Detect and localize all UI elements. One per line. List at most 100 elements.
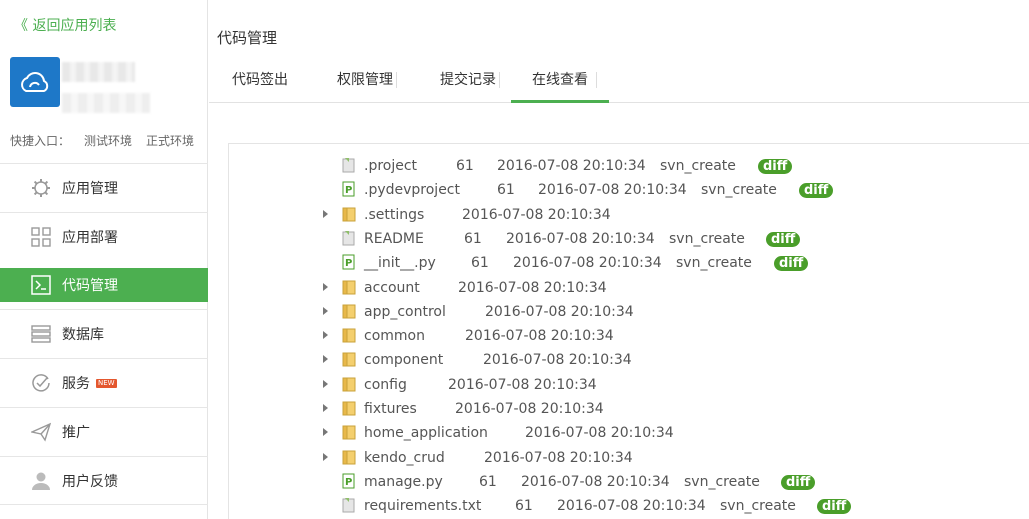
file-name[interactable]: kendo_crud: [364, 450, 445, 466]
file-author: svn_create: [701, 182, 777, 199]
file-author: svn_create: [660, 158, 736, 174]
file-row[interactable]: requirements.txt 61 2016-07-08 20:10:34 svn…: [229, 495, 1029, 519]
file-name[interactable]: fixtures: [364, 401, 417, 417]
gear-icon: [30, 177, 52, 199]
file-name[interactable]: account: [364, 280, 420, 296]
file-date: 2016-07-08 20:10:34: [525, 425, 674, 442]
quick-link-test-env[interactable]: 测试环境: [84, 132, 132, 149]
file-name[interactable]: home_application: [364, 425, 488, 441]
sidebar-item-promote[interactable]: 推广: [0, 407, 208, 456]
sidebar-item-label: 应用部署: [62, 230, 118, 246]
sidebar-item-feedback[interactable]: 用户反馈: [0, 456, 208, 505]
user-icon: [30, 470, 52, 492]
file-row[interactable]: P __init__.py 61 2016-07-08 20:10:34 svn_cre…: [229, 252, 1029, 276]
expand-arrow-icon[interactable]: [323, 404, 328, 412]
python-file-icon: P: [342, 254, 356, 270]
file-name[interactable]: requirements.txt: [364, 498, 481, 514]
file-date: 2016-07-08 20:10:34: [497, 158, 646, 174]
tab-online-view[interactable]: 在线查看: [511, 62, 609, 103]
expand-arrow-icon[interactable]: [323, 209, 328, 218]
folder-icon: [342, 351, 356, 367]
file-date: 2016-07-08 20:10:34: [485, 303, 634, 320]
file-name[interactable]: app_control: [364, 304, 446, 320]
file-name[interactable]: __init__.py: [364, 255, 436, 271]
quick-entry-label: 快捷入口：: [10, 134, 71, 148]
file-icon: [342, 230, 356, 246]
file-name[interactable]: .pydevproject: [364, 182, 460, 198]
file-revision: 61: [479, 473, 497, 490]
sidebar-item-app-manage[interactable]: 应用管理: [0, 163, 208, 212]
svg-text:P: P: [345, 258, 352, 269]
python-file-icon: P: [342, 473, 356, 489]
expand-arrow-icon[interactable]: [323, 379, 328, 388]
folder-row[interactable]: component 2016-07-08 20:10:34: [229, 349, 1029, 373]
file-author: svn_create: [669, 230, 745, 247]
app-logo: [10, 57, 60, 107]
file-revision: 61: [497, 182, 515, 199]
file-name[interactable]: common: [364, 328, 425, 344]
tab-divider: [499, 72, 500, 88]
expand-arrow-icon[interactable]: [323, 452, 328, 461]
file-date: 2016-07-08 20:10:34: [521, 473, 670, 490]
app-code-blurred: [62, 93, 150, 113]
file-icon: [342, 497, 356, 513]
diff-button[interactable]: diff: [758, 159, 793, 174]
file-row[interactable]: Pmanage.py 61 2016-07-08 20:10:34 svn_creat…: [229, 471, 1029, 495]
expand-arrow-icon[interactable]: [323, 428, 328, 437]
folder-icon: [342, 327, 356, 343]
folder-row[interactable]: common 2016-07-08 20:10:34: [229, 325, 1029, 349]
expand-arrow-icon[interactable]: [323, 306, 328, 315]
tab-permission[interactable]: 权限管理: [325, 62, 405, 103]
folder-icon: [342, 376, 356, 392]
file-row[interactable]: P .pydevproject 61 2016-07-08 20:10:34 svn_c…: [229, 179, 1029, 203]
file-name[interactable]: component: [364, 352, 443, 368]
sidebar-item-label: 用户反馈: [62, 473, 118, 490]
file-name[interactable]: .settings: [364, 207, 424, 223]
folder-icon: [342, 206, 356, 222]
file-name[interactable]: config: [364, 377, 407, 393]
folder-row[interactable]: kendo_crud 2016-07-08 20:10:34: [229, 447, 1029, 471]
python-file-icon: P: [342, 181, 356, 197]
folder-row[interactable]: app_control 2016-07-08 20:10:34: [229, 301, 1029, 325]
sidebar: 《 返回应用列表 快捷入口： 测试环境 正式环境 应用管理 应用部署 代码管理 …: [0, 0, 208, 519]
back-to-app-list-link[interactable]: 《 返回应用列表: [14, 15, 116, 35]
quick-link-prod-env[interactable]: 正式环境: [146, 132, 194, 149]
file-date: 2016-07-08 20:10:34: [484, 449, 633, 466]
diff-button[interactable]: diff: [817, 499, 852, 515]
paper-plane-icon: [30, 421, 52, 443]
sidebar-item-label: 推广: [62, 425, 90, 441]
expand-arrow-icon[interactable]: [323, 282, 328, 291]
folder-row[interactable]: .settings 2016-07-08 20:10:34: [229, 204, 1029, 228]
file-author: svn_create: [684, 473, 760, 490]
diff-button[interactable]: diff: [799, 183, 834, 199]
tab-code-checkout[interactable]: 代码签出: [227, 62, 293, 103]
file-date: 2016-07-08 20:10:34: [506, 230, 655, 247]
svg-text:P: P: [345, 185, 352, 196]
file-name[interactable]: .project: [364, 158, 417, 174]
diff-button[interactable]: diff: [781, 474, 816, 490]
sidebar-item-database[interactable]: 数据库: [0, 309, 208, 358]
file-tree: .project 61 2016-07-08 20:10:34 svn_create d…: [228, 143, 1029, 519]
folder-row[interactable]: account 2016-07-08 20:10:34: [229, 277, 1029, 301]
sidebar-item-code-manage[interactable]: 代码管理: [0, 268, 208, 302]
file-row[interactable]: .project 61 2016-07-08 20:10:34 svn_create d…: [229, 155, 1029, 179]
expand-arrow-icon[interactable]: [323, 331, 328, 340]
folder-row[interactable]: config 2016-07-08 20:10:34: [229, 374, 1029, 398]
file-name[interactable]: README: [364, 231, 424, 247]
folder-row[interactable]: home_application 2016-07-08 20:10:34: [229, 422, 1029, 446]
sidebar-item-app-deploy[interactable]: 应用部署: [0, 212, 208, 261]
file-revision: 61: [456, 158, 474, 174]
expand-arrow-icon[interactable]: [323, 355, 328, 364]
sidebar-menu: 应用管理 应用部署 代码管理 数据库 服务 NEW 推广 用户反馈: [0, 163, 208, 505]
sidebar-item-service[interactable]: 服务 NEW: [0, 358, 208, 407]
cloud-icon: [21, 72, 49, 92]
folder-row[interactable]: fixtures 2016-07-08 20:10:34: [229, 398, 1029, 422]
diff-button[interactable]: diff: [766, 231, 801, 247]
diff-button[interactable]: diff: [774, 256, 809, 272]
file-author: svn_create: [676, 255, 752, 272]
file-name[interactable]: manage.py: [364, 474, 443, 490]
new-badge: NEW: [96, 378, 117, 388]
file-row[interactable]: README 61 2016-07-08 20:10:34 svn_create dif…: [229, 228, 1029, 252]
tab-divider: [396, 72, 397, 88]
app-name-blurred: [62, 62, 135, 82]
